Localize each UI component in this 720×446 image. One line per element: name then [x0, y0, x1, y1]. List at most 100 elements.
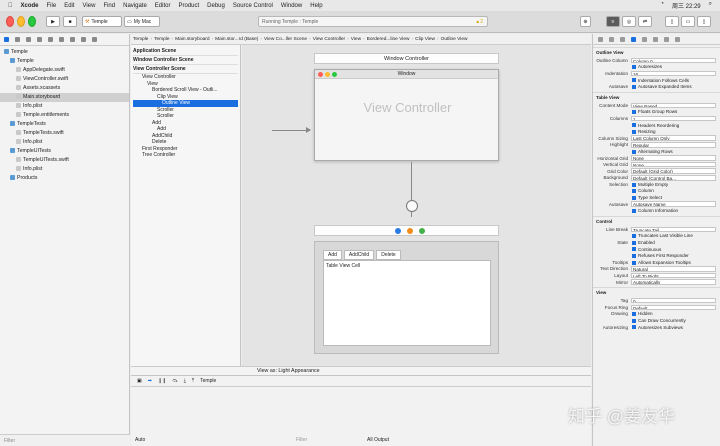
outline-section[interactable]: View Controller Scene — [133, 65, 238, 74]
menu-navigate[interactable]: Navigate — [123, 3, 147, 9]
outline-view-preview[interactable]: Add AddChild Delete Table View Cell — [314, 241, 499, 354]
file-inspector-icon[interactable] — [598, 37, 603, 42]
inspector-popup[interactable]: Last Column Only — [631, 135, 716, 141]
menu-find[interactable]: Find — [103, 3, 115, 9]
connections-icon[interactable] — [653, 37, 658, 42]
outline-section[interactable]: Window Controller Scene — [133, 56, 238, 65]
folder-icon[interactable] — [4, 37, 9, 42]
inspector-checkbox[interactable]: Floats Group Rows — [631, 109, 720, 114]
breakpoints-icon[interactable]: ➡ — [148, 378, 152, 384]
navigator-item[interactable]: Main.storyboard — [0, 93, 129, 102]
pause-icon[interactable]: ❙❙ — [158, 378, 166, 384]
navigator-filter[interactable]: Filter — [0, 434, 130, 446]
jump-bar-item[interactable]: Temple — [154, 37, 169, 42]
standard-editor-button[interactable]: ≡ — [606, 16, 620, 27]
jump-bar-item[interactable]: View Controller — [313, 37, 345, 42]
first-responder-dock-icon[interactable] — [407, 228, 413, 234]
inspector-popup[interactable]: Column 0 — [631, 57, 716, 64]
stop-button[interactable]: ■ — [63, 16, 77, 27]
report-icon[interactable] — [92, 37, 97, 42]
clock[interactable]: 周三 22:29 — [672, 1, 701, 10]
inspector-popup[interactable]: View Based — [631, 102, 716, 109]
menu-help[interactable]: Help — [310, 3, 322, 9]
view-controller-window[interactable]: Window View Controller — [314, 69, 499, 161]
inspector-checkbox[interactable]: Truncates Last Visible Line — [631, 233, 720, 238]
navigator-item[interactable]: Info.plist — [0, 138, 129, 147]
variables-filter[interactable]: Filter — [296, 437, 307, 443]
navigator-item[interactable]: ViewController.swift — [0, 75, 129, 84]
warning-icon[interactable]: ▲2 — [475, 17, 483, 27]
menu-edit[interactable]: Edit — [64, 3, 74, 9]
inspector-checkbox[interactable]: Hidden — [631, 311, 720, 316]
storyboard-canvas[interactable]: Window Controller Window View Controller… — [242, 45, 591, 375]
zoom-window-button[interactable] — [28, 16, 36, 27]
minimize-window-button[interactable] — [17, 16, 25, 27]
inspector-checkbox[interactable]: Continuous — [631, 247, 720, 252]
navigator-item[interactable]: Temple — [0, 48, 129, 57]
inspector-checkbox[interactable]: Column — [631, 188, 720, 193]
outline-delete-button[interactable]: Delete — [376, 250, 401, 260]
auto-selector[interactable]: Auto — [135, 437, 145, 443]
inspector-field[interactable]: 16 — [631, 70, 716, 77]
step-in-icon[interactable]: ⤓ — [184, 378, 186, 384]
jump-bar-item[interactable]: Temple — [133, 37, 148, 42]
breakpoint-icon[interactable] — [81, 37, 86, 42]
step-out-icon[interactable]: ⤒ — [192, 378, 194, 384]
jump-bar-item[interactable]: Clip View — [415, 37, 435, 42]
history-icon[interactable] — [609, 37, 614, 42]
navigator-item[interactable]: Products — [0, 174, 129, 183]
jump-bar-item[interactable]: Bordered...line View — [367, 37, 410, 42]
inspector-checkbox[interactable]: Column Information — [631, 208, 720, 213]
navigator-item[interactable]: Info.plist — [0, 165, 129, 174]
source-control-icon[interactable] — [15, 37, 20, 42]
inspector-checkbox[interactable]: Autoresizes Subviews — [631, 325, 720, 330]
menu-view[interactable]: View — [83, 3, 96, 9]
window-controller-scene[interactable]: Window Controller — [314, 53, 499, 64]
all-output-selector[interactable]: All Output — [367, 437, 389, 443]
outline-addchild-button[interactable]: AddChild — [343, 250, 375, 260]
navigator-item[interactable]: Temple — [0, 57, 129, 66]
version-editor-button[interactable]: ⇄ — [638, 16, 652, 27]
jump-bar-item[interactable]: Outline View — [441, 37, 468, 42]
inspector-checkbox[interactable]: Type Select — [631, 195, 720, 200]
inspector-checkbox[interactable]: Indentation Follows Cells — [631, 78, 720, 83]
bindings-icon[interactable] — [664, 37, 669, 42]
menu-product[interactable]: Product — [178, 3, 199, 9]
inspector-checkbox[interactable]: Resizing — [631, 129, 720, 134]
navigator-item[interactable]: TempleUITests.swift — [0, 156, 129, 165]
outline-table[interactable]: Table View Cell — [323, 260, 491, 346]
menu-file[interactable]: File — [47, 3, 57, 9]
menu-source-control[interactable]: Source Control — [233, 3, 273, 9]
hide-debug-icon[interactable]: ▣ — [137, 378, 142, 384]
inspector-checkbox[interactable]: Enabled — [631, 240, 720, 245]
spotlight-icon[interactable]: ⌕ — [709, 1, 712, 10]
symbol-icon[interactable] — [26, 37, 31, 42]
jump-bar-item[interactable]: View Co...ller Scene — [264, 37, 307, 42]
menu-editor[interactable]: Editor — [155, 3, 171, 9]
library-button[interactable]: ⊕ — [580, 16, 591, 27]
test-icon[interactable] — [59, 37, 64, 42]
inspector-checkbox[interactable]: Allows Expansion Tooltips — [631, 260, 720, 265]
jump-bar-item[interactable]: Main.storyboard — [175, 37, 209, 42]
inspector-field[interactable]: 0 — [631, 297, 716, 304]
wifi-icon[interactable]: ◔ — [660, 1, 664, 10]
size-icon[interactable] — [642, 37, 647, 42]
inspector-popup[interactable]: Automatically — [631, 279, 716, 285]
inspector-popup[interactable]: Left To Right — [631, 272, 716, 279]
inspector-checkbox[interactable]: Multiple Empty — [631, 182, 720, 187]
inspector-popup[interactable]: Default — [631, 304, 716, 311]
inspector-checkbox[interactable]: Headers Reordering — [631, 123, 720, 128]
attributes-icon[interactable] — [631, 37, 636, 42]
inspector-popup[interactable]: Default (Control Ba... — [631, 175, 716, 181]
tree-controller-dock-icon[interactable] — [419, 228, 425, 234]
inspector-field[interactable]: 1 — [631, 115, 716, 122]
navigator-item[interactable]: TempleTests — [0, 120, 129, 129]
navigator-item[interactable]: Info.plist — [0, 102, 129, 111]
jump-bar-item[interactable]: Main.stor...rd (Base) — [215, 37, 258, 42]
menu-debug[interactable]: Debug — [207, 3, 225, 9]
inspector-popup[interactable]: None — [631, 155, 716, 161]
toggle-navigator-button[interactable]: ▯ — [665, 16, 679, 27]
table-view-cell[interactable]: Table View Cell — [326, 263, 360, 269]
inspector-checkbox[interactable]: Autosave Expanded Items — [631, 84, 720, 89]
inspector-field[interactable]: Autosave Name — [631, 201, 716, 207]
